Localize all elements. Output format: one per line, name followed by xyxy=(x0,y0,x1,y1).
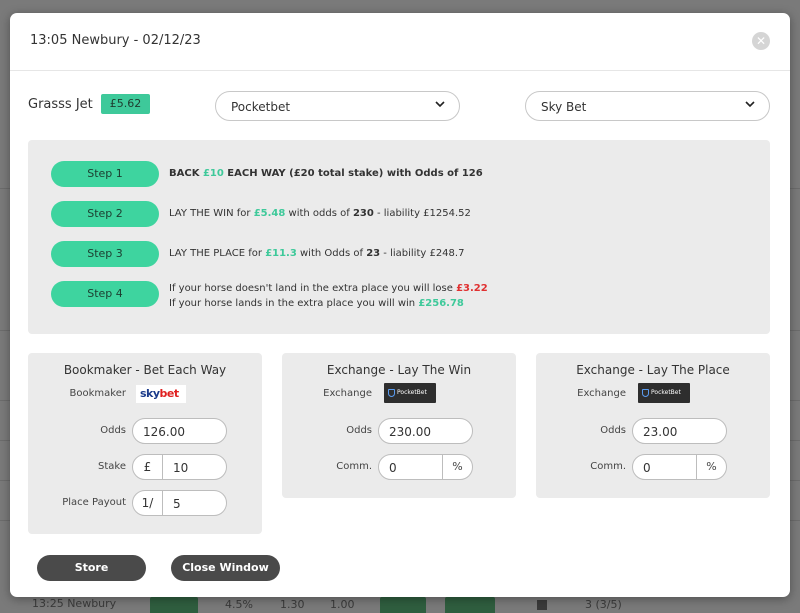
chevron-down-icon xyxy=(435,101,445,108)
place-payout-input[interactable]: 1/ 5 xyxy=(132,490,227,516)
step-3-text: LAY THE PLACE for £11.3 with Odds of 23 … xyxy=(169,248,464,259)
exchange-label: Exchange xyxy=(577,388,626,399)
bookmaker-select[interactable]: Sky Bet xyxy=(525,91,770,121)
close-window-button[interactable]: Close Window xyxy=(171,555,280,581)
pocketbet-logo: PocketBet xyxy=(384,383,436,403)
step-text-part: - liability £248.7 xyxy=(380,248,465,259)
bookmaker-panel: Bookmaker - Bet Each Way Bookmaker skybe… xyxy=(28,353,262,534)
lay-place-comm-value: 0 xyxy=(643,461,651,475)
close-icon[interactable]: ✕ xyxy=(752,32,770,50)
step-text-part: BACK xyxy=(169,168,203,179)
exchange-select[interactable]: Pocketbet xyxy=(215,91,460,121)
logo-text: PocketBet xyxy=(397,389,427,396)
horse-row: Grasss Jet £5.62 Pocketbet Sky Bet xyxy=(28,91,770,121)
lay-win-comm-value: 0 xyxy=(389,461,397,475)
step-text-part: - liability £1254.52 xyxy=(373,208,471,219)
lay-win-odds-input[interactable]: 230.00 xyxy=(378,418,473,444)
logo-text: bet xyxy=(159,387,180,400)
step-text-part: If your horse doesn't land in the extra … xyxy=(169,283,457,294)
step-3-button[interactable]: Step 3 xyxy=(51,241,159,267)
odds-label: Odds xyxy=(600,425,626,436)
step-text-part: 23 xyxy=(366,248,381,259)
step-1-text: BACK £10 EACH WAY (£20 total stake) with… xyxy=(169,168,483,179)
bg-row-value: 3 (3/5) xyxy=(585,598,622,611)
odds-label: Odds xyxy=(100,425,126,436)
bg-chip xyxy=(150,597,198,613)
lay-place-comm-input[interactable]: 0 % xyxy=(632,454,727,480)
step-text-part: £5.48 xyxy=(253,208,286,219)
shield-icon xyxy=(642,388,649,397)
back-odds-value: 126.00 xyxy=(143,425,185,439)
comm-label: Comm. xyxy=(590,461,626,472)
logo-text: PocketBet xyxy=(651,389,681,396)
bg-row-value: 4.5% xyxy=(225,598,253,611)
panel-title: Exchange - Lay The Place xyxy=(576,363,730,377)
odds-label: Odds xyxy=(346,425,372,436)
step-4-line-1: If your horse doesn't land in the extra … xyxy=(169,281,488,296)
percent-suffix: % xyxy=(442,455,472,479)
bg-row-value: 1.30 xyxy=(280,598,305,611)
step-2-text: LAY THE WIN for £5.48 with odds of 230 -… xyxy=(169,208,471,219)
step-4-button[interactable]: Step 4 xyxy=(51,281,159,307)
modal-title: 13:05 Newbury - 02/12/23 xyxy=(30,33,201,48)
comm-label: Comm. xyxy=(336,461,372,472)
lay-place-odds-input[interactable]: 23.00 xyxy=(632,418,727,444)
lay-place-odds-value: 23.00 xyxy=(643,425,678,439)
exchange-select-value: Pocketbet xyxy=(231,100,291,114)
exchange-label: Exchange xyxy=(323,388,372,399)
step-text-part: £3.22 xyxy=(456,283,488,294)
modal-header: 13:05 Newbury - 02/12/23 ✕ xyxy=(10,13,790,71)
step-text-part: with Odds of xyxy=(296,248,367,259)
stake-input[interactable]: £ 10 xyxy=(132,454,227,480)
bookmaker-select-value: Sky Bet xyxy=(541,100,587,114)
bookmaker-label: Bookmaker xyxy=(69,388,126,399)
shield-icon xyxy=(388,388,395,397)
step-text-part: EACH WAY (£20 total stake) with Odds of … xyxy=(223,168,483,179)
store-button[interactable]: Store xyxy=(37,555,146,581)
panel-title: Exchange - Lay The Win xyxy=(326,363,472,377)
stake-value: 10 xyxy=(173,461,189,475)
bg-square xyxy=(537,600,547,610)
step-4-text: If your horse doesn't land in the extra … xyxy=(169,281,488,311)
step-text-part: £256.78 xyxy=(418,298,464,309)
step-text-part: with odds of xyxy=(285,208,353,219)
step-text-part: LAY THE WIN for xyxy=(169,208,254,219)
logo-text: sky xyxy=(140,387,160,400)
bg-chip xyxy=(380,597,426,613)
step-text-part: £11.3 xyxy=(265,248,297,259)
bg-row-label: 13:25 Newbury xyxy=(32,597,117,610)
currency-prefix: £ xyxy=(133,455,163,479)
lay-win-odds-value: 230.00 xyxy=(389,425,431,439)
back-odds-input[interactable]: 126.00 xyxy=(132,418,227,444)
percent-suffix: % xyxy=(696,455,726,479)
step-1-button[interactable]: Step 1 xyxy=(51,161,159,187)
panel-title: Bookmaker - Bet Each Way xyxy=(63,363,227,377)
chevron-down-icon xyxy=(745,101,755,108)
fraction-prefix: 1/ xyxy=(133,491,163,515)
step-2-button[interactable]: Step 2 xyxy=(51,201,159,227)
bg-chip xyxy=(445,597,495,613)
horse-name: Grasss Jet xyxy=(28,97,93,112)
skybet-logo: skybet xyxy=(136,385,186,403)
steps-panel: Step 1 BACK £10 EACH WAY (£20 total stak… xyxy=(28,140,770,334)
step-text-part: If your horse lands in the extra place y… xyxy=(169,298,419,309)
step-text-part: 230 xyxy=(352,208,374,219)
price-badge: £5.62 xyxy=(101,94,150,114)
step-text-part: LAY THE PLACE for xyxy=(169,248,266,259)
lay-win-comm-input[interactable]: 0 % xyxy=(378,454,473,480)
place-payout-label: Place Payout xyxy=(62,497,126,508)
step-text-part: £10 xyxy=(202,168,224,179)
pocketbet-logo: PocketBet xyxy=(638,383,690,403)
lay-win-panel: Exchange - Lay The Win Exchange PocketBe… xyxy=(282,353,516,498)
bg-row-value: 1.00 xyxy=(330,598,355,611)
place-payout-value: 5 xyxy=(173,497,181,511)
stake-label: Stake xyxy=(98,461,126,472)
step-4-line-2: If your horse lands in the extra place y… xyxy=(169,296,488,311)
lay-place-panel: Exchange - Lay The Place Exchange Pocket… xyxy=(536,353,770,498)
bet-calculator-modal: 13:05 Newbury - 02/12/23 ✕ Grasss Jet £5… xyxy=(10,13,790,597)
